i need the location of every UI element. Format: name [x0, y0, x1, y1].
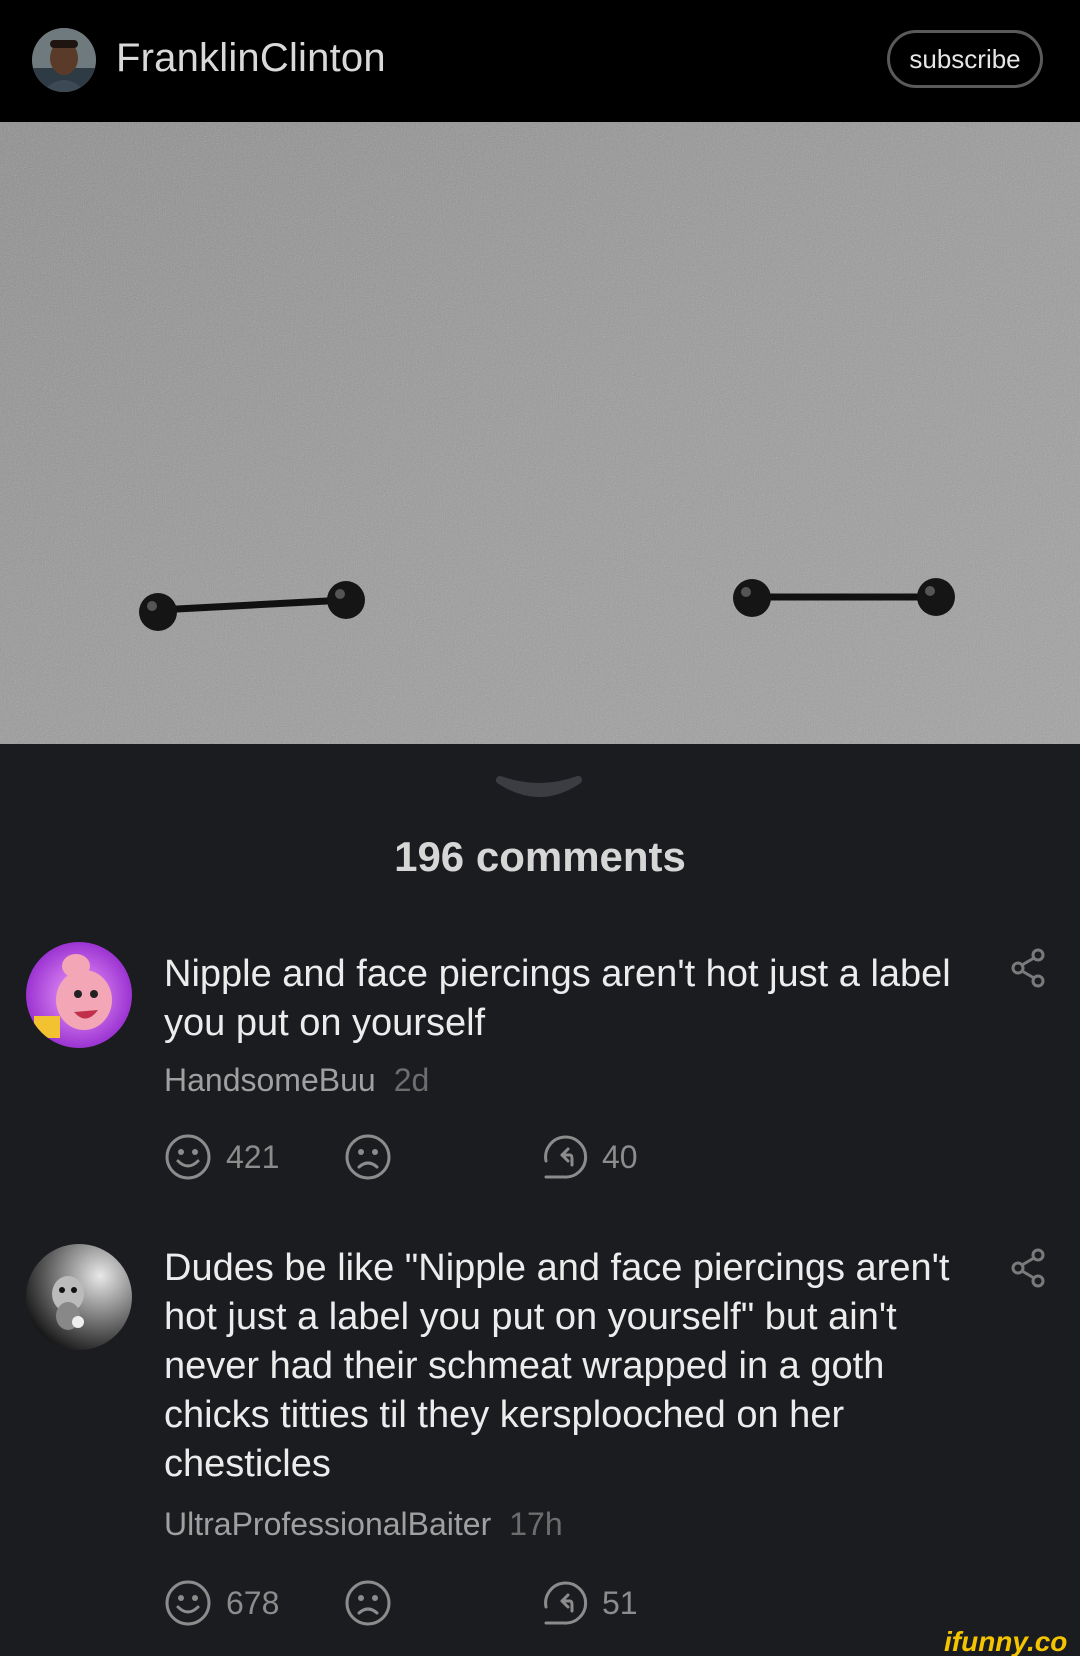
post-screen: FranklinClinton subscribe 196 comments N… [0, 0, 1080, 1656]
comment-time: 2d [393, 1062, 430, 1098]
smile-icon [164, 1133, 212, 1181]
commenter-avatar[interactable] [26, 942, 132, 1048]
share-icon[interactable] [1010, 948, 1046, 988]
chevron-down-icon[interactable] [494, 772, 584, 808]
unsmile-button[interactable] [344, 1132, 392, 1182]
comment-text: Dudes be like "Nipple and face piercings… [164, 1247, 950, 1485]
reply-icon [540, 1133, 588, 1181]
unsmile-button[interactable] [344, 1578, 392, 1628]
reply-button[interactable]: 40 [540, 1132, 638, 1182]
ifunny-watermark: ifunny.co [944, 1626, 1068, 1656]
comment-text: Nipple and face piercings aren't hot jus… [164, 953, 951, 1044]
comment-author[interactable]: HandsomeBuu [164, 1062, 376, 1098]
commenter-avatar[interactable] [26, 1244, 132, 1350]
author-username[interactable]: FranklinClinton [116, 36, 386, 81]
comment-item: Dudes be like "Nipple and face piercings… [0, 1242, 1080, 1642]
post-image[interactable] [0, 122, 1080, 744]
comment-author[interactable]: UltraProfessionalBaiter [164, 1506, 491, 1542]
reply-count: 40 [602, 1138, 638, 1175]
comment-meta: UltraProfessionalBaiter 17h [164, 1506, 563, 1543]
unsmile-icon [344, 1579, 392, 1627]
post-header: FranklinClinton subscribe [0, 0, 1080, 122]
smile-count: 678 [226, 1584, 280, 1621]
reply-button[interactable]: 51 [540, 1578, 638, 1628]
share-icon[interactable] [1010, 1248, 1046, 1288]
unsmile-icon [344, 1133, 392, 1181]
subscribe-button[interactable]: subscribe [887, 30, 1043, 88]
comment-actions: 678 51 [164, 1578, 864, 1628]
comment-meta: HandsomeBuu 2d [164, 1062, 429, 1099]
smile-button[interactable]: 421 [164, 1132, 279, 1182]
reply-icon [540, 1579, 588, 1627]
smile-icon [164, 1579, 212, 1627]
comment-item: Nipple and face piercings aren't hot jus… [0, 942, 1080, 1192]
smile-count: 421 [226, 1138, 280, 1175]
comment-count: 196 comments [394, 833, 686, 880]
comment-time: 17h [509, 1506, 563, 1542]
comment-actions: 421 40 [164, 1132, 864, 1182]
author-avatar[interactable] [32, 28, 96, 92]
smile-button[interactable]: 678 [164, 1578, 279, 1628]
reply-count: 51 [602, 1584, 638, 1621]
